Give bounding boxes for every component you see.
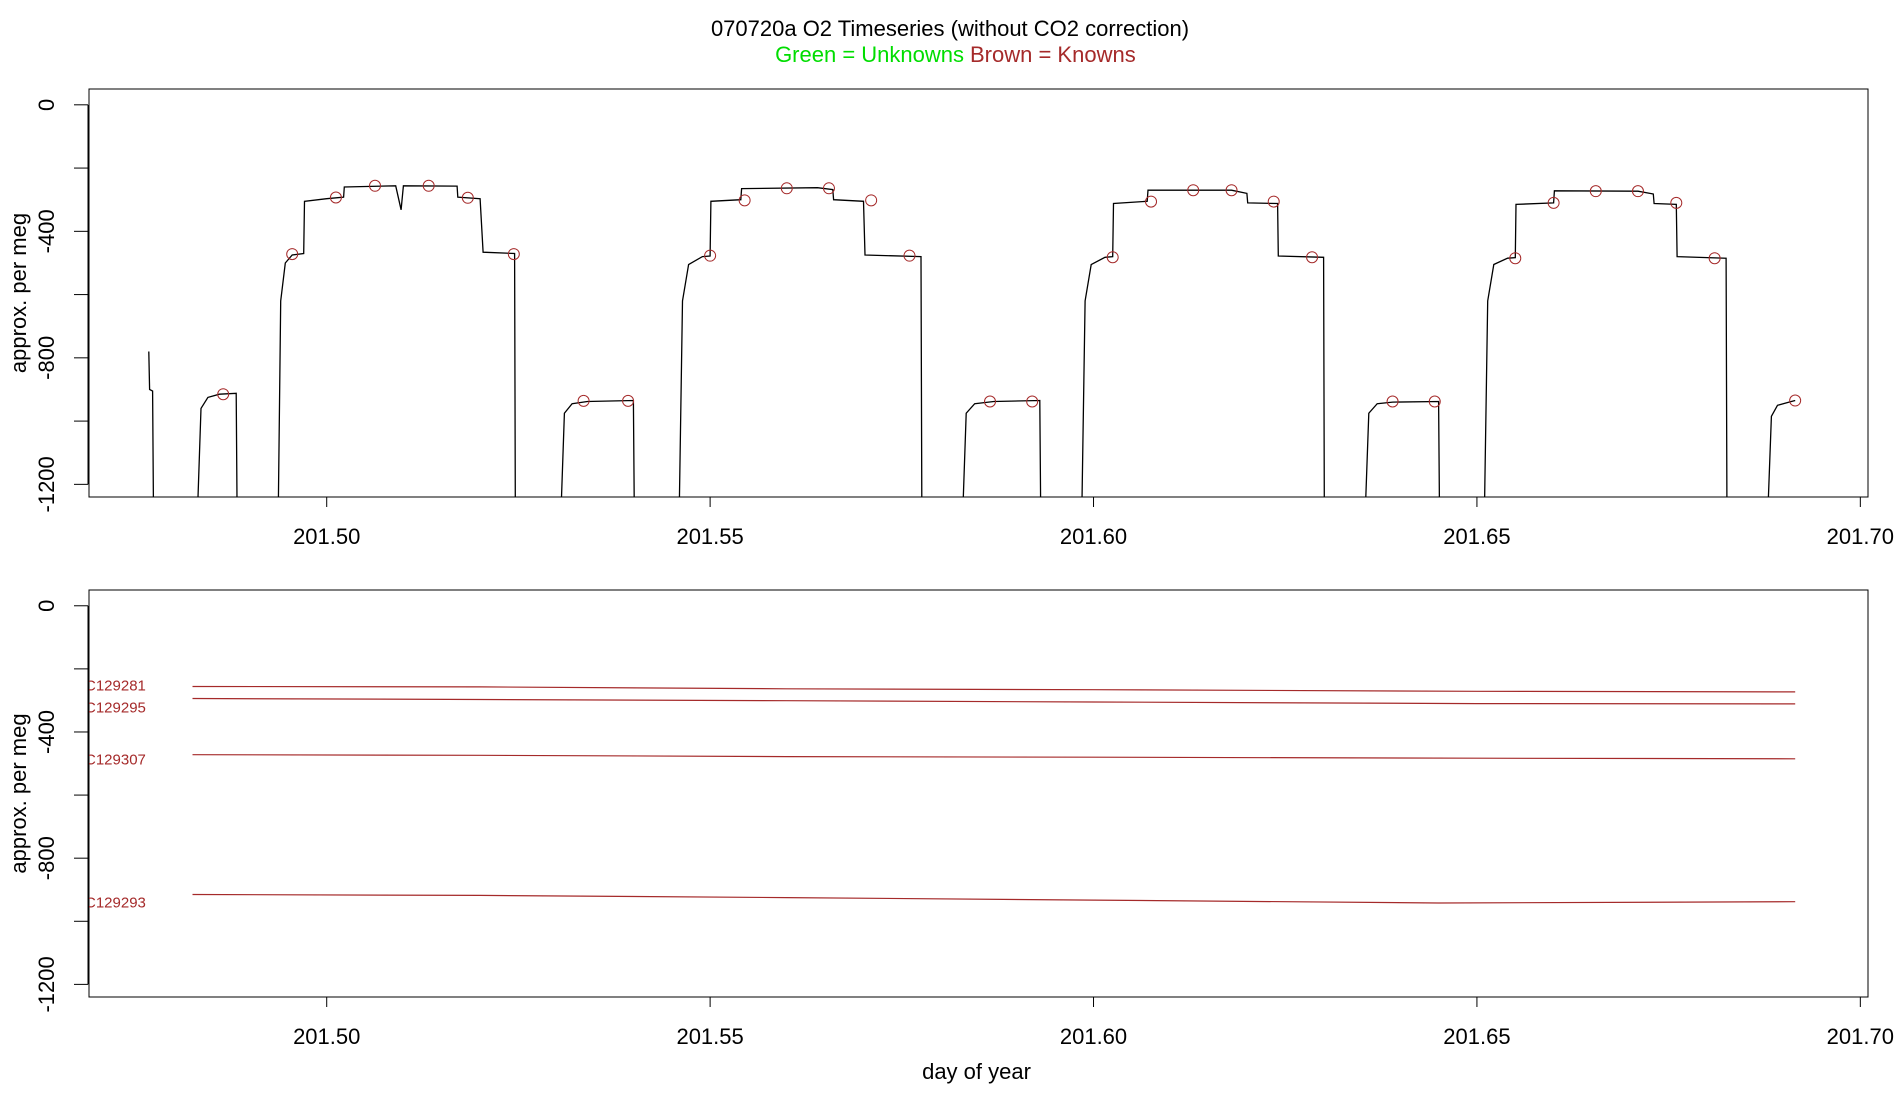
y-tick-label: 0 [34, 600, 59, 612]
chart-title: 070720a O2 Timeseries (without CO2 corre… [711, 16, 1189, 41]
y-tick-label: -1200 [34, 456, 59, 512]
series-label: C129307 [85, 752, 146, 769]
known-marker [1026, 395, 1039, 408]
trace-line-segment [962, 399, 1042, 497]
known-series-line [192, 697, 1796, 705]
trace-line-segment [678, 187, 923, 497]
x-tick-label: 201.70 [1827, 524, 1894, 549]
trace-line-segment [148, 351, 155, 497]
x-tick-label: 201.55 [676, 1024, 743, 1049]
y-tick-label: -1200 [34, 956, 59, 1012]
trace-line-segment [1365, 400, 1441, 497]
bottom-panel: 201.50 201.55 201.60 201.65 201.70 0 -400 -800 -… [6, 589, 1894, 1084]
known-series-line [192, 754, 1796, 760]
x-tick-label: 201.60 [1060, 1024, 1127, 1049]
legend-knowns: Brown = Knowns [970, 42, 1136, 67]
trace-line-segment [1081, 189, 1325, 497]
top-panel: 201.50 201.55 201.60 201.65 201.70 0 -400 -800 -… [6, 88, 1894, 549]
known-marker [865, 194, 878, 207]
known-series-line [192, 685, 1796, 693]
y-tick-label: 0 [34, 99, 59, 111]
series-label: C129295 [85, 700, 146, 717]
x-tick-label: 201.55 [676, 524, 743, 549]
y-tick-label: -400 [34, 209, 59, 253]
y-tick-label: -800 [34, 336, 59, 380]
trace-line-segment [277, 185, 516, 497]
x-axis-label: day of year [922, 1059, 1031, 1084]
x-tick-label: 201.65 [1443, 1024, 1510, 1049]
trace-line-segment [1767, 399, 1796, 497]
legend-unknowns: Green = Unknowns [775, 42, 964, 67]
x-tick-label: 201.70 [1827, 1024, 1894, 1049]
plot-frame [88, 589, 1869, 998]
trace-line-segment [1483, 190, 1728, 497]
x-tick-label: 201.50 [293, 1024, 360, 1049]
x-tick-label: 201.60 [1060, 524, 1127, 549]
known-marker [1267, 195, 1280, 208]
known-series-line [192, 893, 1796, 904]
y-tick-label: -800 [34, 836, 59, 880]
y-axis-label: approx. per meg [6, 713, 31, 873]
x-tick-label: 201.65 [1443, 524, 1510, 549]
y-axis-label: approx. per meg [6, 213, 31, 373]
plot-data [192, 685, 1796, 904]
trace-line-segment [197, 392, 238, 497]
trace-line-segment [560, 399, 635, 497]
plot-frame [88, 88, 1869, 498]
series-label: C129293 [85, 894, 146, 911]
plot-data [148, 179, 1802, 497]
series-label: C129281 [85, 678, 146, 695]
o2-timeseries-figure: 070720a O2 Timeseries (without CO2 corre… [6, 16, 1894, 1084]
x-tick-label: 201.50 [293, 524, 360, 549]
y-tick-label: -400 [34, 710, 59, 754]
